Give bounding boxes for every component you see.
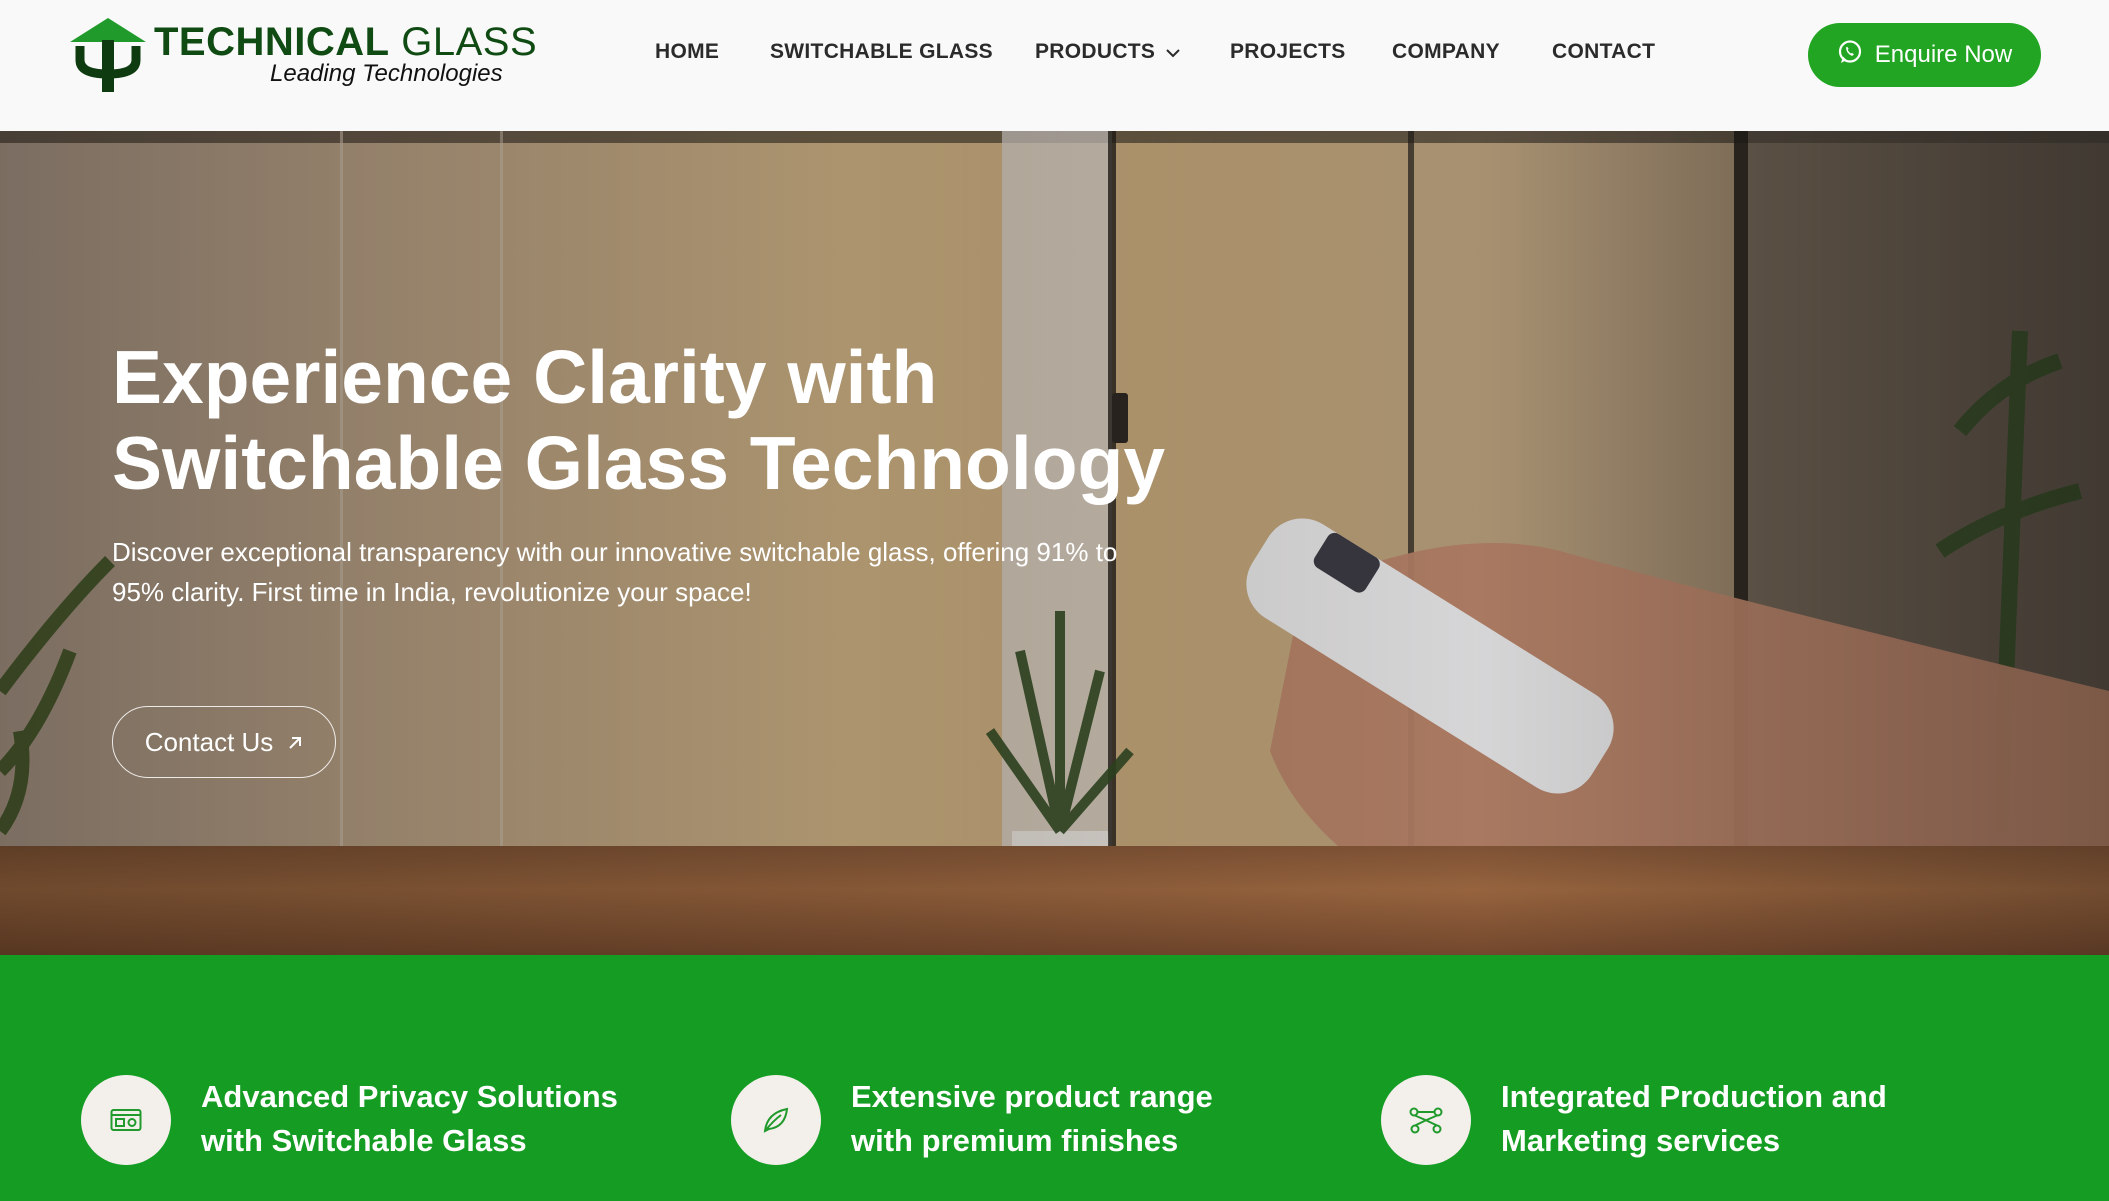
feature-production-text: Integrated Production and Marketing serv… [1501, 1075, 1981, 1163]
window-panel-icon [81, 1075, 171, 1165]
features-strip: Advanced Privacy Solutions with Switchab… [0, 955, 2109, 1201]
hero-section: Experience Clarity with Switchable Glass… [0, 131, 2109, 955]
feature-product-range-text: Extensive product range with premium fin… [851, 1075, 1331, 1163]
hero-title: Experience Clarity with Switchable Glass… [112, 334, 1212, 506]
site-header: TECHNICAL GLASS Leading Technologies HOM… [0, 0, 2109, 131]
logo-word-glass: GLASS [401, 20, 538, 64]
logo-tagline: Leading Technologies [270, 60, 503, 87]
nav-item-company[interactable]: COMPANY [1392, 40, 1500, 64]
feature-product-range-line-2: with premium finishes [851, 1123, 1179, 1158]
contact-us-label: Contact Us [144, 726, 274, 757]
nav-item-products-label: PRODUCTS [1035, 40, 1156, 63]
nav-item-products[interactable]: PRODUCTS [1035, 40, 1181, 64]
feature-privacy-line-1: Advanced Privacy Solutions [201, 1079, 618, 1114]
bezier-curve-icon [1381, 1075, 1471, 1165]
nav-item-contact[interactable]: CONTACT [1552, 40, 1655, 64]
whatsapp-icon [1837, 39, 1863, 72]
site-logo[interactable]: TECHNICAL GLASS Leading Technologies [68, 16, 537, 96]
feature-production-line-1: Integrated Production and [1501, 1079, 1887, 1114]
nav-item-home[interactable]: HOME [655, 40, 719, 64]
logo-wordmark: TECHNICAL GLASS [154, 20, 537, 65]
enquire-now-label: Enquire Now [1874, 41, 2013, 68]
arrow-up-right-icon [287, 727, 303, 758]
hero-description: Discover exceptional transparency with o… [112, 537, 1118, 607]
enquire-now-button[interactable]: Enquire Now [1808, 23, 2041, 87]
nav-item-projects[interactable]: PROJECTS [1230, 40, 1346, 64]
nav-item-switchable-glass[interactable]: SWITCHABLE GLASS [770, 40, 993, 64]
hero-title-line-1: Experience Clarity with [112, 335, 938, 419]
leaf-icon [731, 1075, 821, 1165]
logo-emblem-icon [70, 18, 146, 92]
feature-production-line-2: Marketing services [1501, 1123, 1781, 1158]
chevron-down-icon [1165, 40, 1181, 64]
feature-product-range-line-1: Extensive product range [851, 1079, 1213, 1114]
logo-word-technical: TECHNICAL [154, 20, 390, 64]
feature-privacy-text: Advanced Privacy Solutions with Switchab… [201, 1075, 681, 1163]
hero-title-line-2: Switchable Glass Technology [112, 421, 1166, 505]
contact-us-button[interactable]: Contact Us [112, 706, 336, 778]
feature-privacy-line-2: with Switchable Glass [201, 1123, 527, 1158]
